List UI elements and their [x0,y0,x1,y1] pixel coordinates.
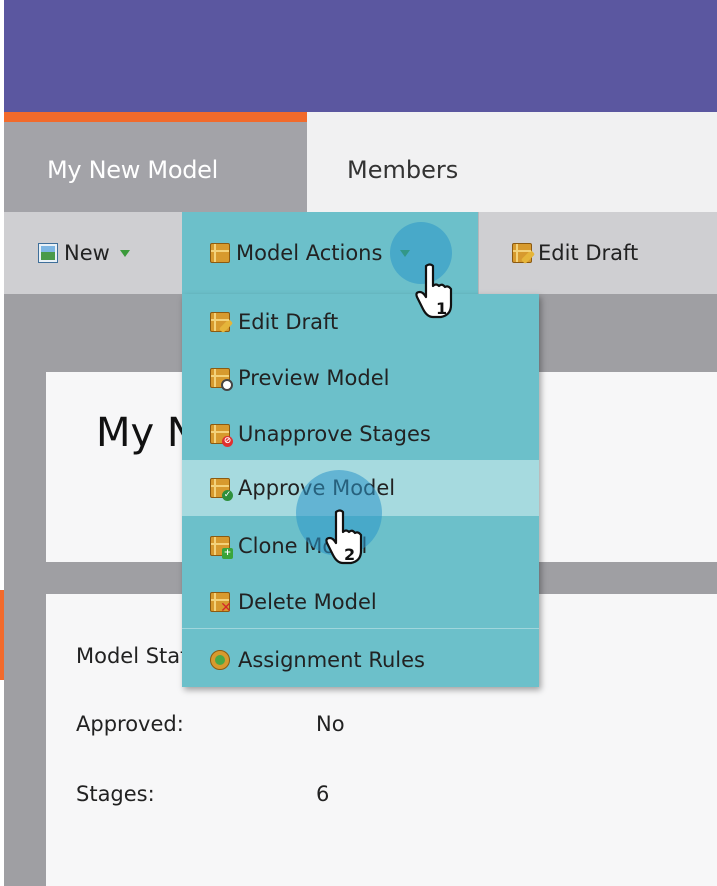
toolbar-divider [478,212,479,294]
delete-model-icon: ✕ [210,592,232,615]
hand-cursor-icon: 2 [325,509,363,565]
page-title: My New Model [96,410,186,456]
menu-item-assignment-rules[interactable]: Assignment Rules [182,632,539,688]
edit-draft-label: Edit Draft [538,241,639,265]
app-header [4,0,717,112]
clone-model-icon: + [210,536,233,559]
left-accent-bar [0,590,4,680]
menu-item-edit-draft[interactable]: Edit Draft [182,294,539,350]
model-icon [210,243,230,263]
approved-value: No [316,712,345,736]
stages-value: 6 [316,782,330,806]
edit-draft-button[interactable]: Edit Draft [512,212,638,294]
hand-cursor-icon: 1 [415,263,453,319]
step-number-1: 1 [436,299,447,318]
menu-item-label: Assignment Rules [238,648,425,672]
tab-my-new-model[interactable]: My New Model [4,112,307,212]
new-button-label: New [64,241,110,265]
step-number-2: 2 [344,545,355,564]
menu-item-preview-model[interactable]: Preview Model [182,350,539,406]
model-actions-label: Model Actions [236,241,383,265]
tab-active-indicator [4,112,307,122]
new-icon [38,243,58,263]
unapprove-stages-icon: ⊘ [210,424,233,447]
tab-members[interactable]: Members [307,112,717,212]
menu-item-unapprove-stages[interactable]: ⊘ Unapprove Stages [182,406,539,462]
stages-label: Stages: [76,782,155,806]
approve-model-icon: ✓ [210,478,233,501]
tab-label: Members [347,156,459,184]
menu-item-label: Preview Model [238,366,390,390]
menu-item-label: Unapprove Stages [238,422,431,446]
menu-divider [182,628,539,629]
assignment-rules-icon [210,650,230,670]
preview-model-icon [210,368,233,391]
new-button[interactable]: New [38,212,130,294]
tab-label: My New Model [47,156,218,184]
edit-draft-icon [512,243,536,265]
model-status-label: Model Status: [76,644,182,668]
chevron-down-icon [119,249,130,257]
menu-item-delete-model[interactable]: ✕ Delete Model [182,574,539,630]
menu-item-label: Delete Model [238,590,377,614]
menu-item-label: Edit Draft [238,310,339,334]
edit-draft-icon [210,312,234,334]
approved-label: Approved: [76,712,184,736]
